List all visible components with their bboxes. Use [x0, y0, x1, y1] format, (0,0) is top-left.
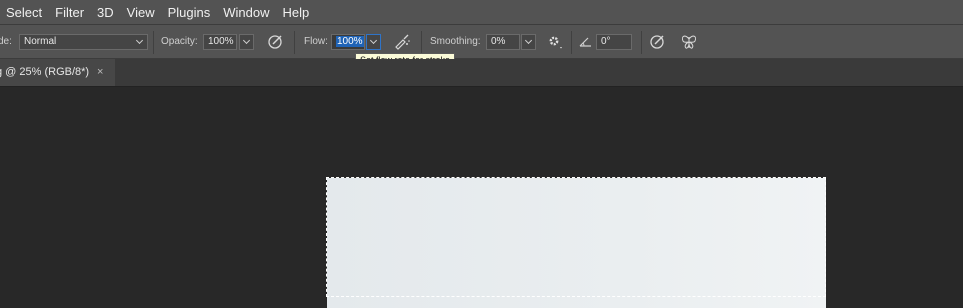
- opacity-input[interactable]: 100%: [203, 34, 237, 50]
- smoothing-label: Smoothing:: [430, 36, 481, 47]
- menu-help[interactable]: Help: [283, 5, 310, 20]
- symmetry-butterfly-icon[interactable]: [679, 32, 699, 52]
- document-tab[interactable]: g @ 25% (RGB/8*) ×: [0, 59, 115, 86]
- menu-view[interactable]: View: [127, 5, 155, 20]
- flow-dropdown[interactable]: [366, 34, 381, 50]
- menu-bar: Select Filter 3D View Plugins Window Hel…: [0, 0, 963, 24]
- menu-select[interactable]: Select: [6, 5, 42, 20]
- opacity-dropdown[interactable]: [239, 34, 254, 50]
- smoothing-dropdown[interactable]: [521, 34, 536, 50]
- document-tab-bar: g @ 25% (RGB/8*) ×: [0, 59, 963, 87]
- workspace[interactable]: [0, 87, 963, 308]
- flow-label: Flow:: [304, 36, 328, 47]
- opacity-label: Opacity:: [161, 36, 198, 47]
- pressure-opacity-icon[interactable]: [265, 32, 285, 52]
- chevron-down-icon: [135, 36, 144, 45]
- separator: [153, 31, 154, 54]
- menu-3d[interactable]: 3D: [97, 5, 114, 20]
- tool-options-bar: de: Normal Opacity: 100% Flow: 100% Smoo…: [0, 24, 963, 59]
- angle-icon: [576, 32, 596, 52]
- menu-window[interactable]: Window: [223, 5, 269, 20]
- separator: [641, 31, 642, 54]
- mode-dropdown[interactable]: Normal: [19, 34, 148, 50]
- gear-icon[interactable]: [545, 32, 565, 52]
- angle-input[interactable]: 0°: [596, 34, 632, 50]
- separator: [294, 31, 295, 54]
- flow-input[interactable]: 100%: [331, 34, 365, 50]
- separator: [421, 31, 422, 54]
- menu-filter[interactable]: Filter: [55, 5, 84, 20]
- smoothing-input[interactable]: 0%: [486, 34, 520, 50]
- flow-value: 100%: [336, 36, 364, 47]
- mode-value: Normal: [24, 36, 57, 47]
- airbrush-icon[interactable]: [392, 32, 412, 52]
- close-icon[interactable]: ×: [97, 59, 103, 86]
- document-tab-title: g @ 25% (RGB/8*): [0, 66, 90, 78]
- menu-plugins[interactable]: Plugins: [168, 5, 211, 20]
- pressure-size-icon[interactable]: [647, 32, 667, 52]
- mode-label: de:: [0, 36, 12, 47]
- document-canvas[interactable]: [327, 178, 826, 308]
- separator: [571, 31, 572, 54]
